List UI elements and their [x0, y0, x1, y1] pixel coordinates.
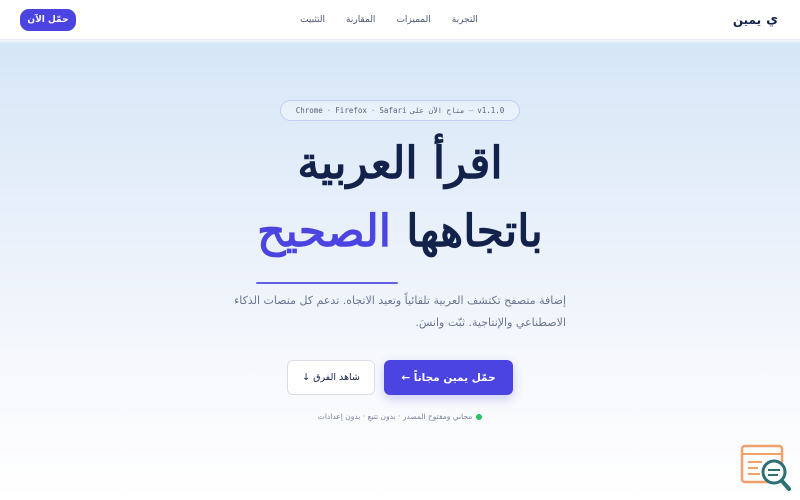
hero-title-line2: باتجاهها الصحيح — [0, 206, 800, 257]
site-header: ي يمين التجربة المميزات المقارنة التثبيت… — [0, 0, 800, 40]
search-zoom-icon[interactable] — [740, 444, 792, 492]
meta-text: مجاني ومفتوح المصدر · بدون تتبع · بدون إ… — [317, 412, 473, 421]
meta-info: مجاني ومفتوح المصدر · بدون تتبع · بدون إ… — [0, 412, 800, 421]
badge-availability: متاح الآن على — [410, 106, 465, 115]
badge-separator: · — [370, 106, 376, 115]
hero-subtitle: إضافة متصفح تكتشف العربية تلقائياً وتعيد… — [234, 294, 566, 329]
nav-item-demo[interactable]: التجربة — [452, 15, 478, 25]
accent-underline — [256, 282, 398, 284]
brand[interactable]: ي يمين — [733, 12, 778, 27]
badge-browser-chrome: Chrome — [295, 106, 323, 115]
availability-badge: Chrome · Firefox · Safari متاح الآن على … — [280, 100, 520, 121]
nav-item-features[interactable]: المميزات — [396, 15, 430, 25]
nav-item-comparison[interactable]: المقارنة — [346, 15, 375, 25]
yamin-logo-icon: ي — [766, 12, 778, 27]
badge-version: v1.1.0 — [477, 106, 505, 115]
download-now-button[interactable]: حمّل الآن — [20, 8, 76, 31]
badge-browser-firefox: Firefox — [335, 106, 367, 115]
badge-dash: — — [468, 106, 474, 115]
see-difference-button[interactable]: شاهد الفرق ↓ — [287, 360, 375, 395]
main-nav: التجربة المميزات المقارنة التثبيت — [300, 15, 478, 25]
hero-title-main: باتجاهها — [406, 206, 543, 257]
badge-separator: · — [326, 106, 332, 115]
hero-title-line1: اقرأ العربية — [297, 138, 503, 189]
badge-browser-safari: Safari — [379, 106, 407, 115]
download-free-button[interactable]: حمّل يمين مجاناً ← — [384, 360, 513, 395]
brand-name: يمين — [732, 12, 762, 27]
status-dot-icon — [476, 413, 483, 420]
hero-title-accent: الصحيح — [257, 206, 391, 257]
nav-item-install[interactable]: التثبيت — [300, 15, 325, 25]
